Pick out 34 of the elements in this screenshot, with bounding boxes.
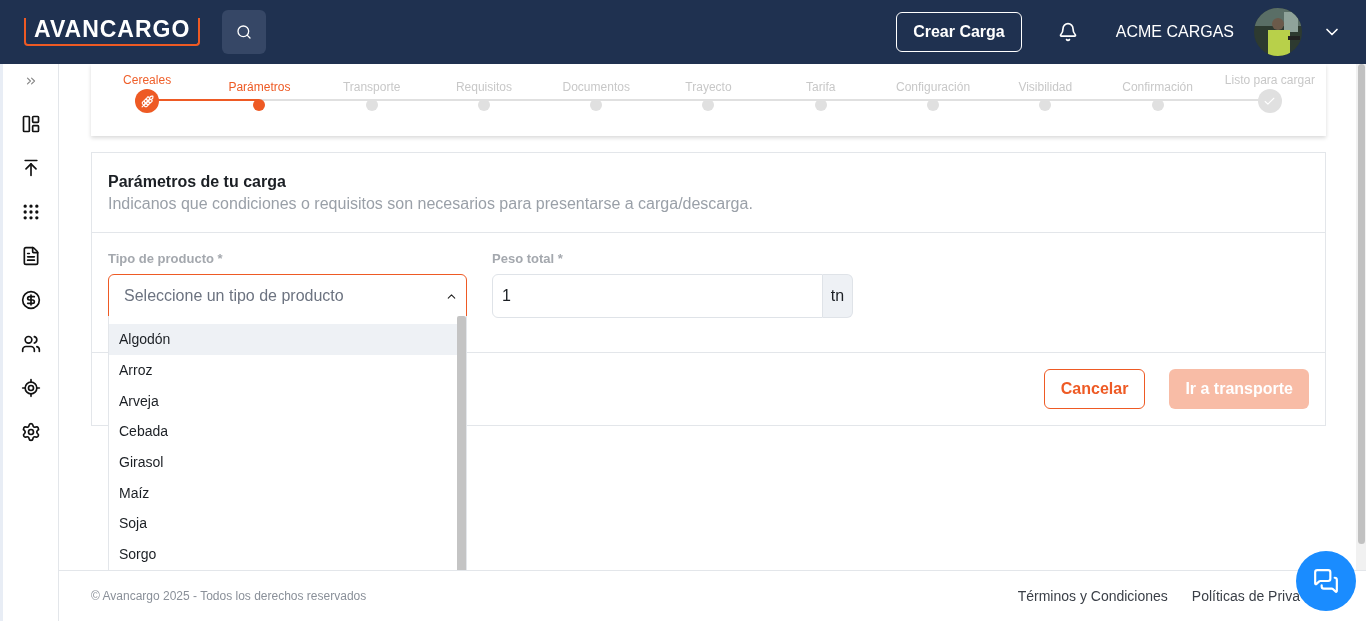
dropdown-option[interactable]: Girasol xyxy=(109,446,457,478)
footer-link[interactable]: Términos y Condiciones xyxy=(1017,588,1168,604)
field-label: Tipo de producto * xyxy=(108,251,224,266)
scrollbar-thumb[interactable] xyxy=(1357,64,1365,544)
panels-icon[interactable] xyxy=(20,114,41,134)
location-icon[interactable] xyxy=(20,378,41,398)
dropdown-option[interactable]: Arroz xyxy=(109,354,457,386)
bell-icon[interactable] xyxy=(1057,22,1078,42)
search-icon xyxy=(236,24,253,40)
step-label: Parámetros xyxy=(228,80,291,95)
scrollbar-thumb[interactable] xyxy=(457,316,466,570)
step-label: Cereales xyxy=(123,73,172,88)
dropdown-option[interactable]: Soja xyxy=(109,508,457,539)
settings-icon[interactable] xyxy=(20,422,41,442)
dropdown-option[interactable]: Cebada xyxy=(109,416,457,447)
create-load-button[interactable]: Crear Carga xyxy=(896,12,1022,52)
form-subtitle: Indicanos que condiciones o requisitos son necesarios para presentarse a carga/descarga. xyxy=(108,195,754,213)
form-title: Parámetros de tu carga xyxy=(108,173,287,191)
field-label: Peso total * xyxy=(492,251,564,266)
dropdown-option[interactable]: Arveja xyxy=(109,385,457,417)
chat-icon xyxy=(1313,568,1339,594)
logo[interactable]: AVANCARGO xyxy=(24,18,201,46)
dropdown-option[interactable]: Maíz xyxy=(109,477,457,509)
people-icon[interactable] xyxy=(20,334,41,354)
weight-input[interactable]: 1 xyxy=(492,274,823,318)
dollar-icon[interactable] xyxy=(20,290,41,310)
unit-label: tn xyxy=(823,274,853,318)
dropdown-option[interactable]: Sorgo xyxy=(109,538,457,570)
product-select[interactable]: Seleccione un tipo de producto xyxy=(108,274,467,318)
dropdown-option[interactable]: Algodón xyxy=(109,324,457,355)
footer-link[interactable]: Políticas de Priva xyxy=(1191,588,1300,604)
search-button[interactable] xyxy=(222,10,267,54)
company-name: ACME CARGAS xyxy=(1115,23,1234,41)
copyright-text: © Avancargo 2025 - Todos los derechos reservados xyxy=(91,589,367,603)
